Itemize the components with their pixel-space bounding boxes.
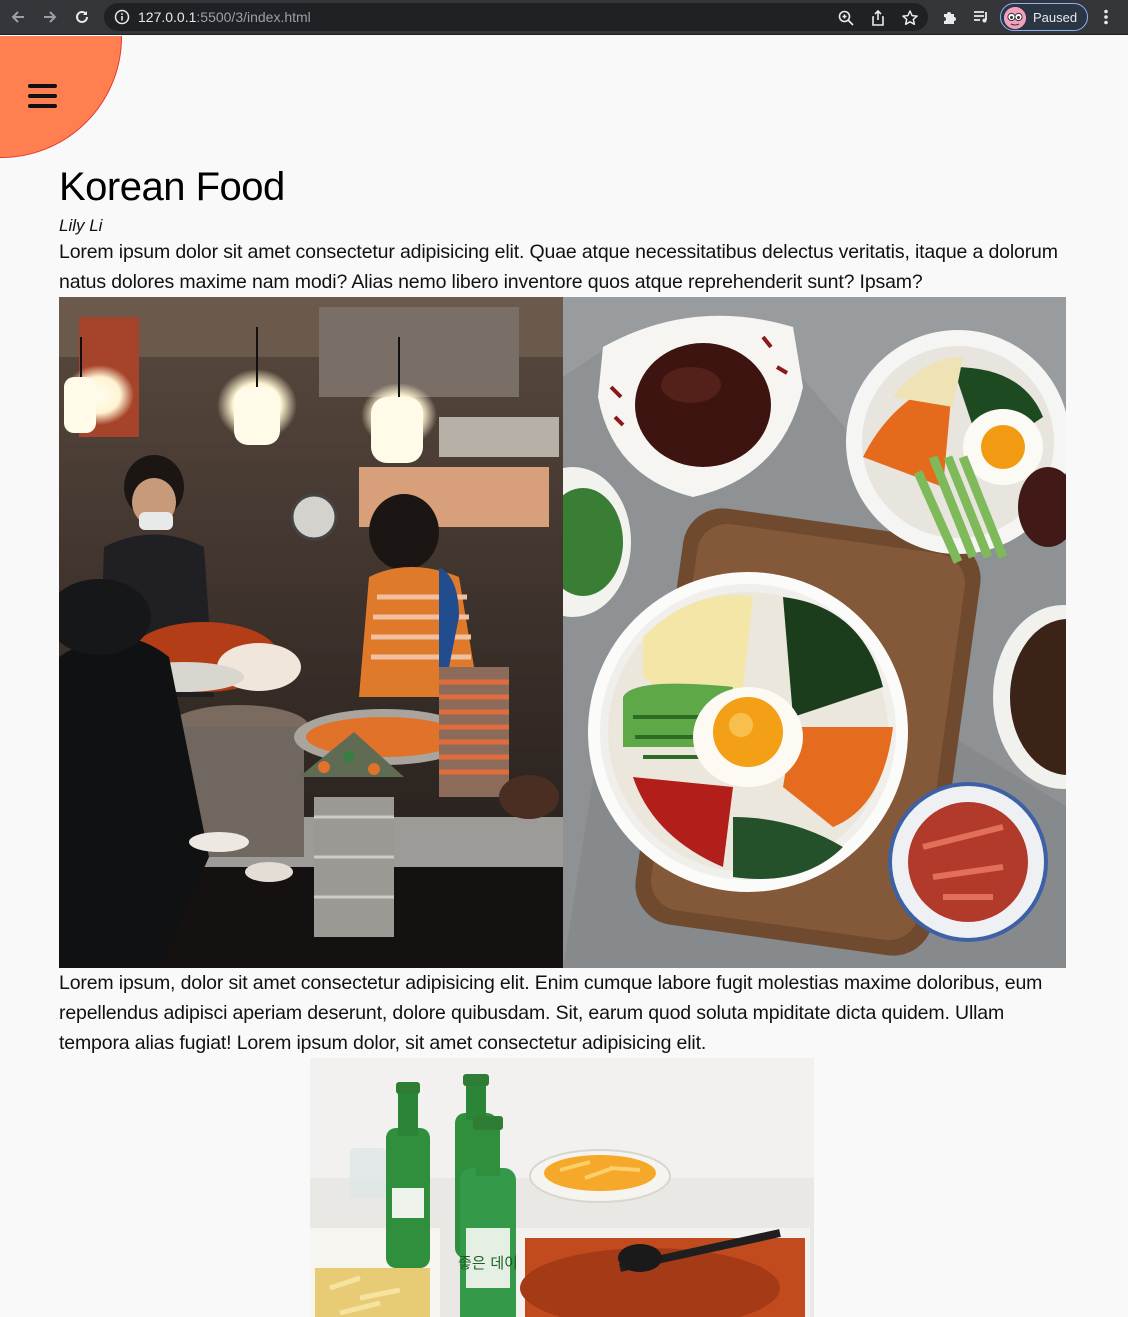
browser-toolbar: 127.0.0.1:5500/3/index.html Paused [0,0,1128,35]
intro-paragraph: Lorem ipsum dolor sit amet consectetur a… [59,241,1058,293]
bottle-label: 좋은 데이 [458,1254,518,1272]
author-name: Lily Li [59,216,103,235]
share-icon[interactable] [869,9,887,27]
back-icon[interactable] [6,6,30,28]
info-icon[interactable] [114,9,130,25]
bibimbap-photo [562,297,1066,968]
forward-icon[interactable] [38,6,62,28]
zoom-icon[interactable] [837,9,855,27]
extensions-icon[interactable] [941,8,959,26]
more-icon[interactable] [1100,8,1112,26]
menu-circle[interactable] [0,36,122,158]
address-bar[interactable]: 127.0.0.1:5500/3/index.html [104,3,928,31]
web-page: Korean Food Lily Li Lorem ipsum dolor si… [0,36,1128,1317]
profile-button[interactable]: Paused [1000,3,1088,31]
soju-photo: 좋은 데이 [310,1058,814,1317]
url-path: :5500/3/index.html [196,9,311,25]
market-photo [59,297,563,968]
reload-icon[interactable] [70,6,94,28]
avatar-icon [1004,7,1026,29]
media-icon[interactable] [972,8,990,26]
image-gallery [59,297,1066,968]
page-title: Korean Food [59,165,285,209]
article: Korean Food Lily Li Lorem ipsum dolor si… [59,164,1066,1317]
url-text: 127.0.0.1:5500/3/index.html [138,9,311,25]
profile-status-label: Paused [1033,10,1078,25]
star-icon[interactable] [901,9,919,27]
hamburger-icon[interactable] [28,84,58,110]
body-paragraph: Lorem ipsum, dolor sit amet consectetur … [59,972,1043,1054]
url-host: 127.0.0.1 [138,9,197,25]
